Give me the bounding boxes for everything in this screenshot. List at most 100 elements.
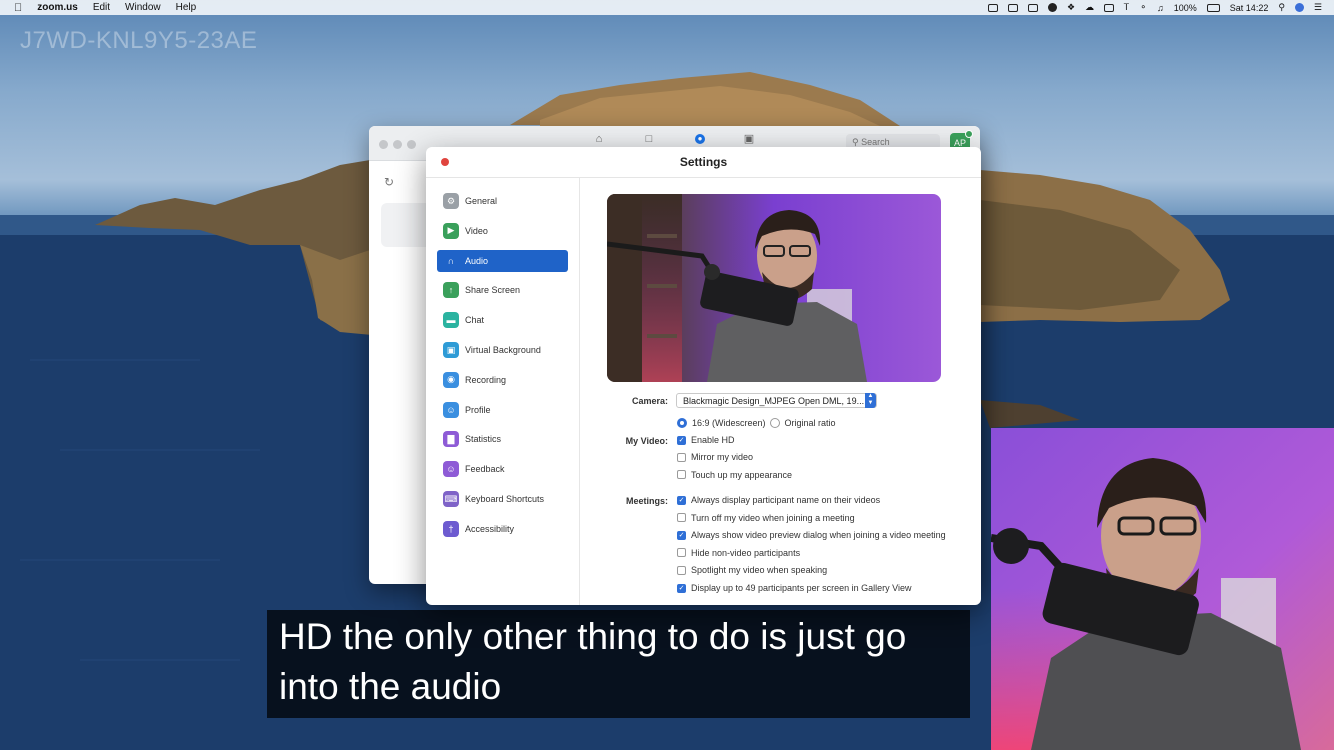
spotlight-search-icon[interactable]: ⚲	[1278, 2, 1285, 13]
siri-icon[interactable]	[1294, 3, 1304, 12]
checkbox[interactable]	[677, 565, 686, 575]
sidebar-item-accessibility[interactable]: † Accessibility	[437, 518, 568, 540]
subtitle-line-1: HD the only other thing to do is just go	[279, 616, 907, 657]
cloud-icon[interactable]: ☁	[1085, 2, 1094, 13]
checkbox[interactable]	[677, 513, 686, 523]
sidebar-item-label: Statistics	[465, 434, 502, 445]
sidebar-item-general[interactable]: ⚙ General	[437, 190, 568, 212]
volume-icon[interactable]: ♫	[1157, 3, 1164, 13]
presenter-video-image	[991, 428, 1334, 750]
sidebar-item-label: Audio	[465, 255, 489, 266]
home-icon[interactable]: ⌂	[593, 134, 605, 145]
camera-label: Camera:	[631, 396, 668, 406]
radio-original-ratio-label: Original ratio	[784, 418, 836, 428]
clock[interactable]: Sat 14:22	[1230, 3, 1269, 13]
sidebar-item-label: Accessibility	[465, 523, 515, 534]
dropbox-icon[interactable]: ❖	[1067, 2, 1075, 13]
chevron-updown-icon: ▲ ▼	[865, 393, 876, 408]
sidebar-item-label: Virtual Background	[465, 345, 541, 355]
close-button[interactable]	[441, 158, 449, 166]
sidebar-item-label: Feedback	[465, 464, 505, 475]
settings-window: Settings ⚙ General ▶ Video ∩ Audio ↑ Share Scre…	[426, 147, 981, 605]
bluetooth-icon[interactable]: Ꭲ	[1124, 2, 1129, 13]
checkbox-label: Spotlight my video when speaking	[691, 565, 828, 576]
checkbox-label: Mirror my video	[691, 452, 754, 463]
airplay-icon[interactable]	[1104, 3, 1115, 12]
menu-edit[interactable]: Edit	[93, 2, 110, 13]
menu-window[interactable]: Window	[125, 2, 161, 13]
profile-icon: ☺	[443, 401, 459, 418]
checkbox-label: Touch up my appearance	[691, 469, 793, 480]
menu-help[interactable]: Help	[176, 2, 197, 13]
meetings-label: Meetings:	[625, 496, 668, 506]
settings-content: Camera: Blackmagic Design_MJPEG Open DML…	[580, 178, 981, 605]
checkbox-label: Always show video preview dialog when jo…	[691, 530, 946, 541]
video-preview	[607, 194, 941, 382]
window-minimize-button[interactable]	[393, 140, 402, 149]
apple-icon[interactable]: 	[14, 2, 22, 14]
accessibility-icon: †	[443, 520, 459, 537]
feedback-icon: ☺	[443, 461, 459, 478]
checkbox-label: Always display participant name on their…	[691, 495, 881, 505]
meetings-tab-icon[interactable]: ●	[695, 134, 705, 144]
sidebar-item-share-screen[interactable]: ↑ Share Screen	[437, 279, 568, 301]
share-screen-icon: ↑	[443, 282, 459, 299]
checkbox[interactable]	[677, 548, 686, 558]
zoom-status-icon[interactable]	[987, 3, 998, 12]
sidebar-item-audio[interactable]: ∩ Audio	[437, 249, 568, 272]
video-preview-image	[607, 194, 941, 382]
sidebar-item-label: Video	[465, 225, 488, 236]
battery-icon[interactable]	[1206, 3, 1220, 12]
meetings-option: ✓ Always display participant name on thei…	[677, 495, 880, 505]
checkbox[interactable]: ✓	[677, 435, 686, 445]
window-close-button[interactable]	[379, 140, 388, 149]
sidebar-item-keyboard-shortcuts[interactable]: ⌨ Keyboard Shortcuts	[437, 488, 568, 510]
checkbox[interactable]: ✓	[677, 583, 686, 593]
screen-record-icon[interactable]	[1007, 3, 1018, 12]
subtitle-line-2: into the audio	[279, 666, 502, 707]
contacts-tab-icon[interactable]: ▣	[743, 134, 755, 145]
menu-app-name[interactable]: zoom.us	[37, 2, 78, 13]
checkbox[interactable]	[677, 470, 686, 480]
settings-titlebar: Settings	[426, 147, 981, 178]
checkbox[interactable]: ✓	[677, 495, 686, 505]
notification-center-icon[interactable]: ☰	[1314, 2, 1322, 13]
watermark-text: J7WD-KNL9Y5-23AE	[20, 27, 258, 54]
display-icon[interactable]	[1027, 3, 1038, 12]
checkbox-label: Enable HD	[691, 435, 735, 445]
meetings-option: Hide non-video participants	[677, 548, 800, 558]
sidebar-item-recording[interactable]: ◉ Recording	[437, 369, 568, 391]
settings-title: Settings	[679, 155, 728, 169]
sidebar-item-video[interactable]: ▶ Video	[437, 220, 568, 242]
checkbox[interactable]: ✓	[677, 530, 686, 540]
checkbox-label: Hide non-video participants	[691, 547, 801, 558]
radio-widescreen-label: 16:9 (Widescreen)	[692, 418, 766, 428]
window-zoom-button[interactable]	[407, 140, 416, 149]
camera-select[interactable]: Blackmagic Design_MJPEG Open DML, 19... …	[676, 393, 877, 408]
radio-widescreen[interactable]	[677, 418, 687, 428]
battery-percent[interactable]: 100%	[1174, 3, 1197, 13]
sync-icon[interactable]	[1047, 3, 1057, 12]
sidebar-item-feedback[interactable]: ☺ Feedback	[437, 458, 568, 480]
headphones-icon: ∩	[447, 255, 455, 266]
chat-tab-icon[interactable]: □	[643, 134, 655, 145]
sidebar-item-statistics[interactable]: ▇ Statistics	[437, 428, 568, 450]
meetings-option: ✓ Display up to 49 participants per scree…	[677, 583, 911, 593]
sidebar-item-label: Chat	[465, 315, 485, 326]
radio-original-ratio[interactable]	[769, 418, 780, 428]
chat-icon: ▬	[443, 312, 459, 329]
sidebar-item-label: Keyboard Shortcuts	[465, 494, 545, 504]
meeting-card[interactable]	[381, 203, 431, 247]
video-subtitle: HD the only other thing to do is just go…	[267, 610, 970, 718]
refresh-icon[interactable]: ↻	[384, 175, 394, 189]
checkbox[interactable]	[677, 452, 686, 462]
checkbox-label: Turn off my video when joining a meeting	[691, 512, 855, 523]
wifi-icon[interactable]: ⚬	[1139, 2, 1147, 13]
sidebar-item-chat[interactable]: ▬ Chat	[437, 309, 568, 331]
keyboard-icon: ⌨	[443, 491, 459, 507]
sidebar-item-virtual-background[interactable]: ▣ Virtual Background	[437, 339, 568, 361]
sidebar-item-profile[interactable]: ☺ Profile	[437, 399, 568, 421]
sidebar-item-label: General	[465, 196, 498, 206]
settings-sidebar: ⚙ General ▶ Video ∩ Audio ↑ Share Screen ▬ Chat ▣ V…	[426, 178, 580, 605]
virtual-background-icon: ▣	[443, 342, 459, 358]
